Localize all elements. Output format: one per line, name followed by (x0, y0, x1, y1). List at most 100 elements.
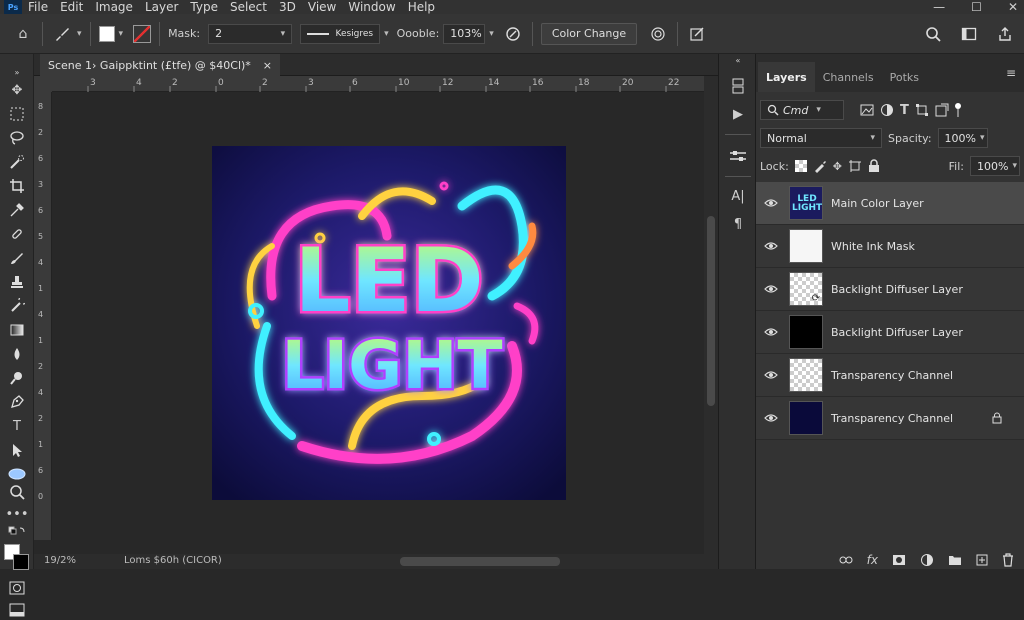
lasso-tool-icon[interactable] (7, 128, 27, 148)
layer-row[interactable]: Backlight Diffuser Layer (756, 311, 1024, 354)
paragraph-panel-icon[interactable]: ¶ (728, 214, 748, 234)
no-color-swatch-icon[interactable] (133, 24, 152, 43)
adjustment-icon[interactable] (920, 553, 934, 567)
tab-paths[interactable]: Potks (882, 62, 927, 92)
background-color-swatch[interactable] (13, 554, 29, 570)
filter-type-icon[interactable]: T (900, 103, 909, 118)
menu-view[interactable]: View (302, 0, 342, 14)
mask-icon[interactable] (892, 554, 906, 566)
type-tool-icon[interactable]: T (7, 416, 27, 436)
filter-shape-icon[interactable] (915, 103, 929, 117)
fx-icon[interactable]: fx (867, 553, 878, 567)
pen-tool-icon[interactable] (7, 392, 27, 412)
eye-icon[interactable] (756, 370, 786, 380)
filter-pixel-icon[interactable] (860, 104, 874, 116)
quick-mask-icon[interactable] (7, 578, 27, 598)
vertical-ruler[interactable]: 8 2 6 3 6 5 4 1 4 1 2 4 2 1 6 0 (34, 92, 52, 540)
quick-select-tool-icon[interactable] (7, 152, 27, 172)
search-icon[interactable] (922, 23, 944, 45)
brush-preset-chevron-icon[interactable]: ▾ (77, 29, 82, 39)
gradient-tool-icon[interactable] (7, 320, 27, 340)
tab-channels[interactable]: Channels (815, 62, 882, 92)
pressure-icon[interactable] (502, 23, 524, 45)
menu-image[interactable]: Image (89, 0, 139, 14)
vertical-scroll-thumb[interactable] (707, 216, 715, 406)
history-brush-tool-icon[interactable] (7, 296, 27, 316)
history-panel-icon[interactable] (728, 76, 748, 96)
workspace-icon[interactable] (958, 23, 980, 45)
panel-menu-icon[interactable]: ≡ (1006, 66, 1016, 80)
stroke-chevron-icon[interactable]: ▾ (384, 29, 389, 39)
lock-position-icon[interactable]: ✥ (833, 160, 842, 173)
layer-opacity-input[interactable]: 100% ▾ (937, 128, 988, 148)
blend-mode-dropdown[interactable]: Normal ▾ (760, 128, 882, 148)
marquee-tool-icon[interactable] (7, 104, 27, 124)
menu-type[interactable]: Type (184, 0, 224, 14)
swap-colors-icon[interactable] (7, 522, 27, 542)
eye-icon[interactable] (756, 241, 786, 251)
horizontal-ruler[interactable]: 3 4 2 0 2 3 6 10 12 14 16 18 20 22 (52, 76, 704, 92)
brush-tool-icon[interactable] (51, 23, 73, 45)
eye-icon[interactable] (756, 413, 786, 423)
lock-artboard-icon[interactable] (848, 159, 862, 173)
menu-select[interactable]: Select (224, 0, 273, 14)
link-icon[interactable] (839, 555, 853, 565)
brush-tool-side-icon[interactable] (7, 248, 27, 268)
tab-close-icon[interactable]: × (263, 59, 272, 72)
share-icon[interactable] (994, 23, 1016, 45)
vertical-scrollbar[interactable] (704, 76, 718, 554)
layer-row[interactable]: ⟳ Backlight Diffuser Layer (756, 268, 1024, 311)
opacity-input[interactable]: 103% (443, 23, 486, 44)
horizontal-scroll-thumb[interactable] (400, 557, 560, 566)
folder-icon[interactable] (948, 554, 962, 566)
swatch-chevron-icon[interactable]: ▾ (119, 29, 124, 39)
filter-smart-object-icon[interactable] (935, 103, 949, 117)
lock-all-icon[interactable] (868, 159, 880, 173)
trash-icon[interactable] (1002, 553, 1014, 567)
crop-tool-icon[interactable] (7, 176, 27, 196)
layer-row[interactable]: LED LIGHT Main Color Layer (756, 182, 1024, 225)
menu-edit[interactable]: Edit (54, 0, 89, 14)
eye-icon[interactable] (756, 198, 786, 208)
eye-icon[interactable] (756, 284, 786, 294)
properties-panel-icon[interactable] (728, 146, 748, 166)
maximize-button[interactable]: ☐ (971, 0, 982, 14)
zoom-level[interactable]: 19/2% (44, 555, 76, 566)
menu-window[interactable]: Window (342, 0, 401, 14)
lock-icon[interactable] (992, 412, 1002, 424)
white-color-swatch[interactable] (98, 25, 115, 42)
path-selection-tool-icon[interactable] (7, 440, 27, 460)
healing-brush-tool-icon[interactable] (7, 224, 27, 244)
close-button[interactable]: ✕ (1008, 0, 1018, 14)
mask-dropdown[interactable]: 2 ▾ (208, 23, 293, 44)
zoom-tool-icon[interactable] (7, 482, 27, 502)
menu-3d[interactable]: 3D (273, 0, 302, 14)
menu-layer[interactable]: Layer (139, 0, 184, 14)
smoothing-icon[interactable] (686, 23, 708, 45)
filter-adjustment-icon[interactable] (880, 103, 894, 117)
document-canvas[interactable]: LED LIGHT (212, 146, 566, 500)
color-change-button[interactable]: Color Change (540, 22, 638, 45)
eye-icon[interactable] (756, 327, 786, 337)
stroke-style-dropdown[interactable]: Kesigres (300, 23, 381, 44)
layer-filter-dropdown[interactable]: Cmd ▾ (760, 100, 844, 120)
tab-layers[interactable]: Layers (758, 62, 815, 92)
eyedropper-tool-icon[interactable] (7, 200, 27, 220)
dodge-tool-icon[interactable] (7, 368, 27, 388)
new-layer-icon[interactable] (976, 554, 988, 566)
menu-help[interactable]: Help (402, 0, 441, 14)
opacity-chevron-icon[interactable]: ▾ (489, 29, 494, 39)
stamp-tool-icon[interactable] (7, 272, 27, 292)
actions-play-icon[interactable]: ▶ (728, 104, 748, 124)
home-icon[interactable]: ⌂ (12, 23, 34, 45)
layer-row[interactable]: Transparency Channel (756, 397, 1024, 440)
fill-input[interactable]: 100% ▾ (970, 156, 1020, 176)
dock-collapse-icon[interactable]: « (728, 54, 748, 66)
screen-mode-icon[interactable] (7, 600, 27, 620)
lock-pixels-icon[interactable] (813, 159, 827, 173)
layer-row[interactable]: White Ink Mask (756, 225, 1024, 268)
filter-toggle[interactable] (954, 103, 961, 117)
document-info[interactable]: Loms $60h (CICOR) (124, 555, 222, 566)
layer-row[interactable]: Transparency Channel (756, 354, 1024, 397)
airbrush-icon[interactable] (647, 23, 669, 45)
